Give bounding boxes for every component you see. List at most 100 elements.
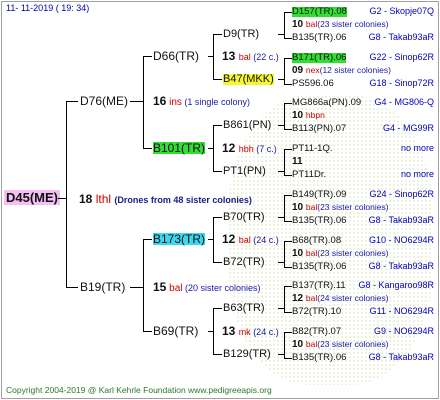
level4-num: 10 bbox=[292, 19, 306, 30]
level2-num: 12 bbox=[222, 232, 239, 246]
level2-stub bbox=[208, 331, 213, 332]
level3-queen-6[interactable]: B63(TR) bbox=[223, 303, 265, 314]
l2-to-l3-bottom bbox=[213, 79, 222, 80]
level4-top-label-0[interactable]: G2 - Skopje07Q bbox=[369, 7, 434, 16]
level1-suffix: ins bbox=[166, 97, 182, 108]
level3-stub bbox=[278, 217, 284, 218]
level3-queen-3[interactable]: PT1(PN) bbox=[223, 166, 266, 177]
level2-note: (7 c.) bbox=[253, 144, 277, 154]
level4-top-label-6[interactable]: G8 - Kangaroo98R bbox=[358, 281, 434, 290]
level3-stub bbox=[278, 34, 284, 35]
l3-to-l4-top bbox=[284, 332, 292, 333]
level2-drone-info-1: 12 hbh (7 c.) bbox=[222, 142, 277, 154]
level2-num: 13 bbox=[222, 49, 239, 63]
level4-bottom-label-3[interactable]: no more bbox=[401, 170, 434, 179]
level4-bottom-label-5[interactable]: G8 - Takab93aR bbox=[369, 262, 434, 271]
l2-to-l3-top bbox=[213, 125, 222, 126]
level4-mid-7: 10 bal(23 sister colonies) bbox=[292, 340, 389, 350]
footer: Copyright 2004-2019 @ Karl Kehrle Founda… bbox=[6, 385, 272, 395]
level4-bottom-label-0[interactable]: G8 - Takab93aR bbox=[369, 33, 434, 42]
l3-to-l4-bottom bbox=[284, 358, 292, 359]
level4-mid-0: 10 bal(23 sister colonies) bbox=[292, 20, 389, 30]
level3-queen-5[interactable]: B72(TR) bbox=[223, 257, 265, 268]
level4-bottom-4[interactable]: B135(TR).06 bbox=[292, 216, 346, 226]
level4-top-label-4[interactable]: G24 - Sinop62R bbox=[369, 190, 434, 199]
level4-bottom-label-1[interactable]: G18 - Sinop72R bbox=[369, 79, 434, 88]
root-to-l1-bottom bbox=[66, 287, 78, 288]
level3-queen-2[interactable]: B861(PN) bbox=[223, 120, 271, 131]
level1-queen-1[interactable]: B19(TR) bbox=[80, 281, 125, 293]
root-note: (Drones from 48 sister colonies) bbox=[114, 195, 252, 205]
level4-bottom-label-2[interactable]: G4 - MG99R bbox=[383, 124, 434, 133]
level4-top-0[interactable]: D157(TR).08 bbox=[292, 7, 347, 17]
level4-top-5[interactable]: B68(TR).08 bbox=[292, 236, 341, 246]
level1-stub bbox=[130, 101, 143, 102]
level3-bracket bbox=[284, 241, 285, 267]
level3-queen-1[interactable]: B47(MKK) bbox=[223, 74, 274, 85]
level1-queen-0[interactable]: D76(ME) bbox=[80, 95, 128, 107]
level1-drone-info-1: 15 bal (20 sister colonies) bbox=[153, 281, 261, 294]
level3-stub bbox=[278, 171, 284, 172]
level3-queen-4[interactable]: B70(TR) bbox=[223, 212, 265, 223]
level1-bracket bbox=[143, 239, 144, 331]
root-queen[interactable]: D45(ME) bbox=[4, 190, 61, 205]
level4-suffix: bal bbox=[305, 248, 318, 258]
level4-bottom-label-7[interactable]: G8 - Takab93aR bbox=[369, 353, 434, 362]
level2-note: (22 c.) bbox=[250, 52, 279, 62]
level2-stub bbox=[208, 239, 213, 240]
level4-top-7[interactable]: B82(TR).07 bbox=[292, 327, 341, 337]
level4-top-label-1[interactable]: G22 - Sinop62R bbox=[369, 53, 434, 62]
level3-stub bbox=[278, 79, 284, 80]
level4-top-label-5[interactable]: G10 - NO6294R bbox=[369, 236, 434, 245]
level4-bottom-0[interactable]: B135(TR).06 bbox=[292, 33, 346, 43]
level4-suffix: nex bbox=[305, 65, 320, 75]
l3-to-l4-bottom bbox=[284, 38, 292, 39]
level4-note: (23 sister colonies) bbox=[317, 202, 389, 212]
level2-queen-2[interactable]: B173(TR) bbox=[153, 233, 206, 245]
root-suffix: lthl bbox=[95, 192, 112, 206]
root-num: 18 bbox=[79, 192, 93, 206]
root-bracket bbox=[66, 101, 67, 288]
level4-top-2[interactable]: MG866a(PN).09 bbox=[292, 98, 361, 108]
level4-note: (24 sister colonies) bbox=[317, 293, 389, 303]
level2-note: (24 c.) bbox=[250, 235, 279, 245]
level2-drone-info-2: 12 bal (24 c.) bbox=[222, 233, 279, 245]
level3-queen-7[interactable]: B129(TR) bbox=[223, 349, 271, 360]
level4-bottom-label-4[interactable]: G8 - Takab93aR bbox=[369, 216, 434, 225]
level4-top-4[interactable]: B149(TR).09 bbox=[292, 190, 346, 200]
level2-queen-1[interactable]: B101(TR) bbox=[153, 142, 206, 154]
level2-bracket bbox=[213, 34, 214, 79]
level3-queen-0[interactable]: D9(TR) bbox=[223, 29, 259, 40]
l1-to-l2-top bbox=[143, 56, 152, 57]
level2-drone-info-3: 13 mk (24 c.) bbox=[222, 325, 279, 337]
l2-to-l3-top bbox=[213, 34, 222, 35]
level3-bracket bbox=[284, 332, 285, 358]
level4-num: 11 bbox=[292, 156, 303, 167]
level4-bottom-5[interactable]: B135(TR).06 bbox=[292, 262, 346, 272]
level4-top-1[interactable]: B171(TR).06 bbox=[292, 53, 347, 63]
level4-top-3[interactable]: PT11-1Q. bbox=[292, 144, 332, 154]
level4-top-label-2[interactable]: G4 - MG806-Q bbox=[374, 98, 434, 107]
level4-mid-5: 10 bal(23 sister colonies) bbox=[292, 249, 389, 259]
level4-num: 09 bbox=[292, 65, 306, 76]
level4-bottom-6[interactable]: B72(TR).10 bbox=[292, 307, 341, 317]
l3-to-l4-top bbox=[284, 195, 292, 196]
level2-queen-3[interactable]: B69(TR) bbox=[153, 325, 198, 337]
level3-bracket bbox=[284, 286, 285, 312]
l3-to-l4-top bbox=[284, 58, 292, 59]
level4-bottom-2[interactable]: B113(PN).07 bbox=[292, 124, 346, 134]
level2-queen-0[interactable]: D66(TR) bbox=[153, 50, 199, 62]
level1-num: 15 bbox=[153, 280, 167, 294]
level3-stub bbox=[278, 308, 284, 309]
level4-suffix: bal bbox=[305, 202, 318, 212]
level4-mid-1: 09 nex(12 sister colonies) bbox=[292, 66, 391, 76]
level4-top-label-7[interactable]: G9 - NO6294R bbox=[374, 327, 434, 336]
level4-top-label-3[interactable]: no more bbox=[401, 144, 434, 153]
level4-bottom-3[interactable]: PT11Dr. bbox=[292, 170, 326, 180]
level4-bottom-label-6[interactable]: G11 - NO6294R bbox=[370, 307, 434, 316]
l3-to-l4-bottom bbox=[284, 129, 292, 130]
level4-bottom-7[interactable]: B135(TR).06 bbox=[292, 353, 346, 363]
l1-to-l2-top bbox=[143, 239, 152, 240]
level4-bottom-1[interactable]: PS596.06 bbox=[292, 79, 334, 89]
level4-top-6[interactable]: B137(TR).11 bbox=[292, 281, 346, 291]
